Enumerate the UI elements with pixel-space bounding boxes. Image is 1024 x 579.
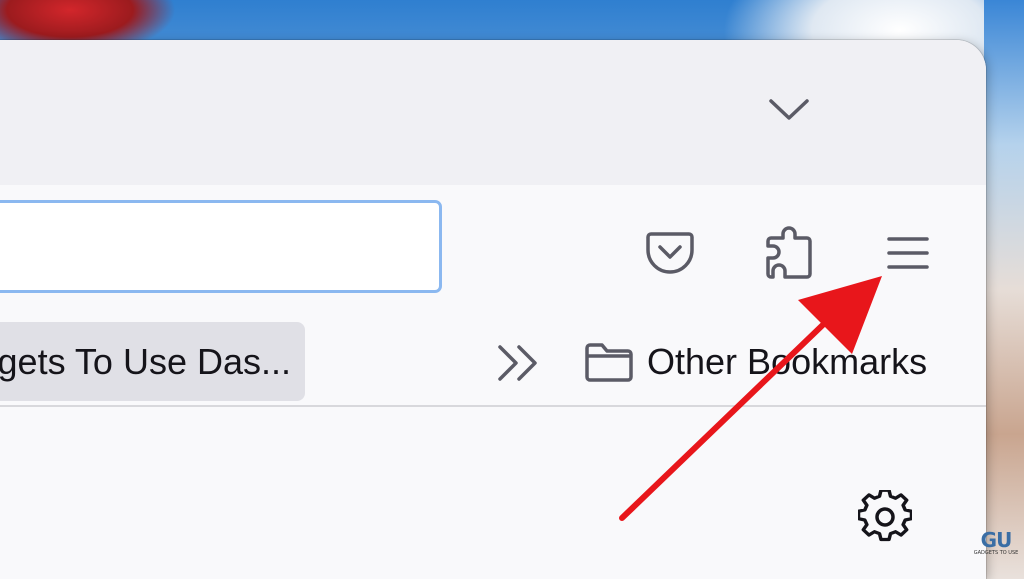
navigation-toolbar bbox=[0, 185, 986, 309]
folder-icon bbox=[585, 343, 633, 382]
chevron-down-icon bbox=[769, 99, 809, 120]
extensions-button[interactable] bbox=[760, 220, 820, 284]
browser-window: gets To Use Das... Other Bookmarks bbox=[0, 40, 986, 579]
desktop-wallpaper-edge bbox=[984, 0, 1024, 579]
double-chevron-right-icon bbox=[498, 345, 537, 381]
gadgets-to-use-watermark: GU GADGETS TO USE bbox=[973, 528, 1019, 566]
new-tab-page bbox=[0, 407, 986, 579]
watermark-tagline: GADGETS TO USE bbox=[973, 550, 1019, 556]
url-input[interactable] bbox=[13, 203, 417, 292]
address-bar[interactable] bbox=[0, 200, 442, 293]
other-bookmarks-label: Other Bookmarks bbox=[647, 341, 928, 382]
bookmark-item[interactable]: gets To Use Das... bbox=[0, 322, 305, 401]
pocket-icon bbox=[646, 232, 694, 274]
bookmark-item-label: gets To Use Das... bbox=[0, 340, 291, 382]
list-all-tabs-button[interactable] bbox=[762, 92, 816, 128]
bookmarks-overflow-button[interactable] bbox=[490, 337, 546, 389]
tab-strip bbox=[0, 40, 986, 185]
open-menu-button[interactable] bbox=[878, 225, 938, 281]
other-bookmarks-button[interactable]: Other Bookmarks bbox=[583, 333, 927, 391]
personalize-settings-button[interactable] bbox=[855, 487, 915, 547]
pocket-button[interactable] bbox=[640, 223, 700, 283]
gear-icon bbox=[858, 490, 912, 542]
hamburger-menu-icon bbox=[887, 237, 929, 269]
watermark-logo: GU bbox=[980, 528, 1013, 552]
bookmarks-toolbar: gets To Use Das... Other Bookmarks bbox=[0, 309, 986, 407]
puzzle-piece-icon bbox=[766, 226, 812, 279]
